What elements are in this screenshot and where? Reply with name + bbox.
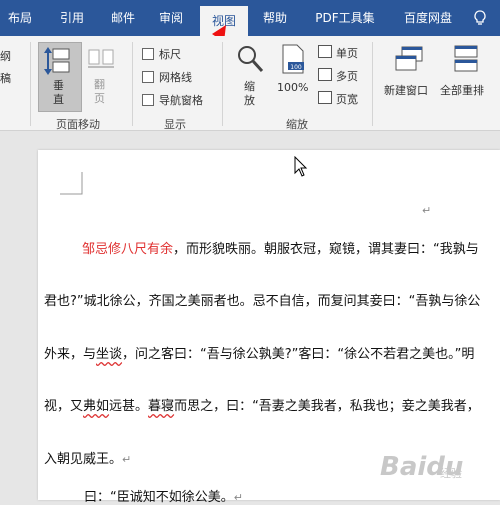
new-window-icon — [395, 46, 423, 71]
paragraph-mark: ↵ — [422, 204, 432, 217]
ribbon-panel: 纲 稿 垂 直 翻 页 页面移动 标尺 网格线 导航窗格 显示 缩 放 100 … — [0, 36, 500, 131]
divider — [222, 42, 223, 126]
spellcheck-text: 暮寝 — [148, 399, 175, 414]
tab-pdf-tools[interactable]: PDF工具集 — [305, 0, 385, 36]
tab-help[interactable]: 帮助 — [254, 0, 296, 36]
spellcheck-text: 弗如 — [83, 399, 110, 414]
margin-corner-mark — [60, 172, 83, 195]
side-to-side-icon — [88, 49, 114, 68]
one-page-label[interactable]: 单页 — [336, 45, 358, 61]
spellcheck-text: 臣诚知不如徐公美。 — [116, 490, 234, 505]
text-segment: ，而形貌昳丽。朝服衣冠，窥镜，谓其妻曰：“我孰与 — [173, 242, 479, 257]
nav-pane-checkbox[interactable] — [142, 94, 154, 106]
watermark-sub: 经验 — [440, 467, 462, 480]
vertical-button[interactable]: 垂 直 — [38, 42, 82, 112]
tab-references[interactable]: 引用 — [48, 0, 96, 36]
divider — [372, 42, 373, 126]
gridlines-label: 网格线 — [159, 71, 192, 84]
gridlines-checkbox[interactable] — [142, 71, 154, 83]
zoom-percent-label: 100% — [277, 81, 309, 94]
zoom-label: 缩 放 — [244, 80, 255, 107]
zoom-100-button[interactable]: 100 100% — [274, 42, 312, 98]
text-segment: 外来，与 — [44, 347, 97, 362]
spellcheck-text: 坐谈 — [96, 347, 123, 362]
page-width-label[interactable]: 页宽 — [336, 91, 358, 107]
multiple-pages-icon[interactable] — [318, 68, 332, 81]
highlighted-text: 邹忌修八尺有余 — [82, 242, 174, 257]
zoom-group-label: 缩放 — [286, 118, 308, 131]
text-segment: ，问之客曰：“吾与徐公孰美?”客曰：“徐公不若君之美也。”明 — [122, 347, 475, 362]
document-page[interactable]: ↵ 邹忌修八尺有余，而形貌昳丽。朝服衣冠，窥镜，谓其妻曰：“我孰与 君也?”城北… — [38, 150, 500, 505]
text-segment: 曰：“ — [84, 490, 117, 505]
page-width-icon[interactable] — [318, 91, 332, 104]
divider — [132, 42, 133, 126]
text-line-3: 外来，与坐谈，问之客曰：“吾与徐公孰美?”客曰：“徐公不若君之美也。”明 — [44, 343, 474, 362]
mouse-cursor-icon — [294, 156, 308, 177]
arrange-all-label: 全部重排 — [440, 84, 484, 97]
vertical-scroll-icon — [44, 47, 70, 75]
arrange-all-icon — [454, 45, 478, 72]
text-segment: 远甚。 — [109, 399, 149, 414]
ribbon-tab-bar: 布局 引用 邮件 审阅 视图 帮助 PDF工具集 百度网盘 — [0, 0, 500, 36]
ruler-checkbox[interactable] — [142, 48, 154, 60]
new-window-label: 新建窗口 — [384, 84, 428, 97]
flip-label: 翻 页 — [94, 78, 105, 105]
lightbulb-icon[interactable] — [471, 9, 489, 27]
tab-layout[interactable]: 布局 — [0, 0, 40, 36]
multiple-pages-label[interactable]: 多页 — [336, 68, 358, 84]
arrange-all-button[interactable]: 全部重排 — [440, 42, 496, 102]
ruler-label: 标尺 — [159, 48, 181, 61]
page-move-group-label: 页面移动 — [56, 118, 100, 131]
text-line-6: 曰：“臣诚知不如徐公美。↵ — [84, 486, 243, 505]
tab-baidu-netdisk[interactable]: 百度网盘 — [392, 0, 464, 36]
paragraph-mark: ↵ — [233, 491, 243, 504]
divider — [30, 42, 31, 126]
page-100-icon: 100 — [282, 44, 304, 74]
paragraph-mark: ↵ — [122, 453, 132, 466]
magnifier-icon — [238, 46, 264, 73]
text-line-1: 邹忌修八尺有余，而形貌昳丽。朝服衣冠，窥镜，谓其妻曰：“我孰与 — [82, 238, 479, 257]
vertical-label: 垂 直 — [53, 79, 64, 106]
side-to-side-button[interactable]: 翻 页 — [84, 42, 118, 110]
text-segment: 而思之，曰：“吾妻之美我者，私我也；妾之美我者， — [174, 399, 480, 414]
zoom-button[interactable]: 缩 放 — [232, 42, 266, 112]
text-line-4: 视，又弗如远甚。暮寝而思之，曰：“吾妻之美我者，私我也；妾之美我者， — [44, 395, 480, 414]
new-window-button[interactable]: 新建窗口 — [382, 42, 436, 102]
text-segment: 视，又 — [44, 399, 84, 414]
outline-partial-label[interactable]: 纲 — [0, 48, 11, 64]
show-group-label: 显示 — [164, 118, 186, 131]
text-line-5: 入朝见威王。↵ — [44, 448, 131, 467]
draft-partial-label[interactable]: 稿 — [0, 70, 11, 86]
tab-mailings[interactable]: 邮件 — [102, 0, 144, 36]
svg-text:100: 100 — [290, 64, 302, 71]
one-page-icon[interactable] — [318, 45, 332, 58]
text-segment: 入朝见威王。 — [44, 452, 123, 467]
text-line-2: 君也?”城北徐公，齐国之美丽者也。忌不自信，而复问其妾曰：“吾孰与徐公 — [44, 294, 481, 309]
tab-review[interactable]: 审阅 — [150, 0, 192, 36]
nav-pane-label: 导航窗格 — [159, 94, 203, 107]
